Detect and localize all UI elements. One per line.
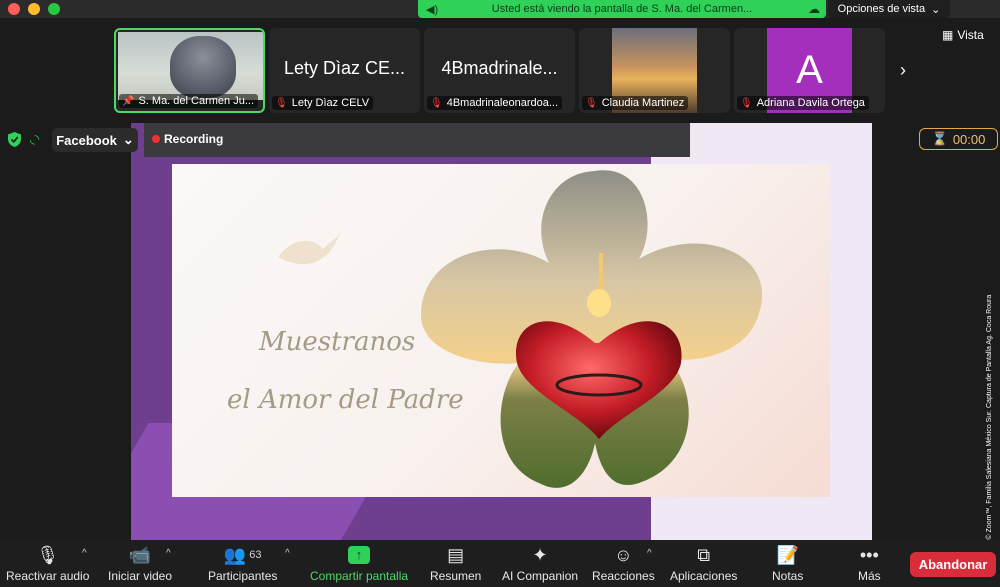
participant-name-tag: 🎙 Lety Dìaz CELV — [272, 96, 374, 110]
share-screen-button[interactable]: ↑ Compartir pantalla — [310, 544, 408, 584]
speaker-icon: ◀) — [426, 4, 439, 16]
summary-label: Resumen — [430, 569, 482, 583]
participant-tile[interactable]: Lety Dìaz CE... 🎙 Lety Dìaz CELV — [269, 28, 420, 113]
cloud-icon: ☁ — [808, 2, 820, 16]
fullscreen-window-button[interactable] — [48, 3, 60, 15]
apps-button[interactable]: ⧉ Aplicaciones — [670, 544, 737, 584]
more-label: Más — [858, 569, 881, 583]
unmute-audio-label: Reactivar audio — [6, 569, 90, 583]
start-video-button[interactable]: 📹 Iniciar video — [108, 544, 172, 584]
next-page-chevron-icon[interactable]: › — [900, 60, 906, 81]
participant-name: Lety Dìaz CELV — [291, 97, 370, 109]
view-options-label: Opciones de vista — [837, 3, 926, 15]
video-options-chevron-icon[interactable]: ^ — [166, 548, 171, 559]
participant-tile[interactable]: 4Bmadrinale... 🎙 4Bmadrinaleonardoa... — [424, 28, 575, 113]
view-button[interactable]: ▦ Vista — [942, 26, 996, 44]
more-icon: ••• — [859, 544, 879, 565]
notes-button[interactable]: 📝 Notas — [772, 544, 803, 584]
chevron-down-icon: ⌄ — [931, 3, 941, 16]
unmute-audio-button[interactable]: 🎙 Reactivar audio — [6, 544, 89, 584]
participant-name-tag: 🎙 4Bmadrinaleonardoa... — [427, 96, 562, 110]
hourglass-icon: ⌛ — [931, 131, 948, 146]
participant-name-tag: 🎙 Adriana Davila Ortega — [737, 96, 869, 110]
share-screen-label: Compartir pantalla — [310, 569, 409, 583]
shield-icon[interactable] — [8, 132, 21, 147]
screen-share-banner[interactable]: ◀) Usted está viendo la pantalla de S. M… — [418, 0, 826, 18]
reactions-button[interactable]: ☺ Reacciones — [592, 544, 655, 584]
participant-name-tag: 🎙 Claudia Martinez — [582, 96, 689, 110]
participant-name: Adriana Davila Ortega — [756, 97, 865, 109]
start-video-label: Iniciar video — [108, 569, 173, 583]
reactions-options-chevron-icon[interactable]: ^ — [647, 548, 652, 559]
participants-options-chevron-icon[interactable]: ^ — [285, 548, 290, 559]
summary-icon: ▤ — [447, 544, 465, 565]
participants-icon: 👥 63 — [223, 544, 262, 565]
dove-image — [278, 231, 341, 265]
chevron-down-icon: ⌄ — [122, 132, 134, 147]
recording-strip — [144, 123, 690, 157]
participants-button[interactable]: 👥 63 Participantes — [208, 544, 277, 584]
share-screen-icon: ↑ — [348, 544, 371, 566]
timer-value: 00:00 — [952, 131, 986, 147]
leave-meeting-button[interactable]: Abandonar — [910, 552, 996, 577]
live-stream-icon: ◟◝ — [30, 132, 40, 146]
view-button-label: Vista — [957, 28, 984, 42]
view-options-button[interactable]: Opciones de vista ⌄ — [828, 0, 950, 18]
facebook-live-button[interactable]: Facebook ⌄ — [52, 128, 138, 152]
mic-muted-icon: 🎙 — [430, 97, 443, 109]
meeting-timer[interactable]: ⌛ 00:00 — [919, 128, 998, 150]
audio-options-chevron-icon[interactable]: ^ — [82, 548, 87, 559]
participant-name: 4Bmadrinaleonardoa... — [446, 97, 558, 109]
reactions-label: Reacciones — [592, 569, 655, 583]
emoji-icon: ☺ — [614, 544, 633, 565]
credit-watermark: Cortesía © Zoom™, Familia Salesiana Méxi… — [986, 248, 998, 568]
notes-label: Notas — [772, 569, 804, 583]
close-window-button[interactable] — [8, 3, 20, 15]
sparkle-icon: ✦ — [532, 544, 548, 565]
participant-name: Claudia Martinez — [601, 97, 685, 109]
participant-name: S. Ma. del Carmen Ju... — [138, 95, 254, 107]
title-bar: ◀) Usted está viendo la pantalla de S. M… — [0, 0, 1000, 18]
apps-icon: ⧉ — [697, 544, 711, 565]
sacred-heart-image — [420, 170, 763, 488]
ai-companion-label: AI Companion — [502, 569, 579, 583]
participants-count: 63 — [249, 549, 262, 561]
participant-tile[interactable]: 📌 S. Ma. del Carmen Ju... — [114, 28, 265, 113]
participant-video — [118, 32, 263, 100]
pin-icon: 📌 — [122, 95, 135, 107]
recording-indicator[interactable]: Recording — [152, 132, 223, 146]
slide-title-line-2: el Amor del Padre — [227, 385, 464, 415]
summary-button[interactable]: ▤ Resumen — [430, 544, 481, 584]
credit-text: Cortesía © Zoom™, Familia Salesiana Méxi… — [986, 294, 993, 568]
participant-tile[interactable]: A 🎙 Adriana Davila Ortega — [734, 28, 885, 113]
participants-label: Participantes — [208, 569, 278, 583]
slide-title-line-1: Muestranos — [259, 327, 416, 357]
shared-screen: Muestranos el Amor del Padre — [131, 123, 872, 540]
mic-muted-icon: 🎙 — [740, 97, 753, 109]
minimize-window-button[interactable] — [28, 3, 40, 15]
ai-companion-button[interactable]: ✦ AI Companion — [502, 544, 578, 584]
recording-label: Recording — [164, 132, 224, 146]
mic-muted-icon: 🎙 — [36, 544, 60, 565]
grid-icon: ▦ — [942, 28, 954, 42]
mic-muted-icon: 🎙 — [275, 97, 288, 109]
apps-label: Aplicaciones — [670, 569, 738, 583]
participant-display-name: Lety Dìaz CE... — [283, 58, 406, 78]
zoom-window: ◀) Usted está viendo la pantalla de S. M… — [0, 0, 1000, 587]
screen-share-text: Usted está viendo la pantalla de S. Ma. … — [491, 3, 753, 15]
more-button[interactable]: ••• Más — [858, 544, 881, 584]
recording-dot-icon — [152, 135, 160, 143]
participant-display-name: 4Bmadrinale... — [441, 58, 558, 78]
notes-icon: 📝 — [776, 544, 799, 565]
participant-name-tag: 📌 S. Ma. del Carmen Ju... — [119, 94, 258, 108]
facebook-label: Facebook — [56, 132, 117, 148]
video-off-icon: 📹 — [128, 544, 152, 565]
participant-tile[interactable]: 🎙 Claudia Martinez — [579, 28, 730, 113]
mic-muted-icon: 🎙 — [585, 97, 598, 109]
